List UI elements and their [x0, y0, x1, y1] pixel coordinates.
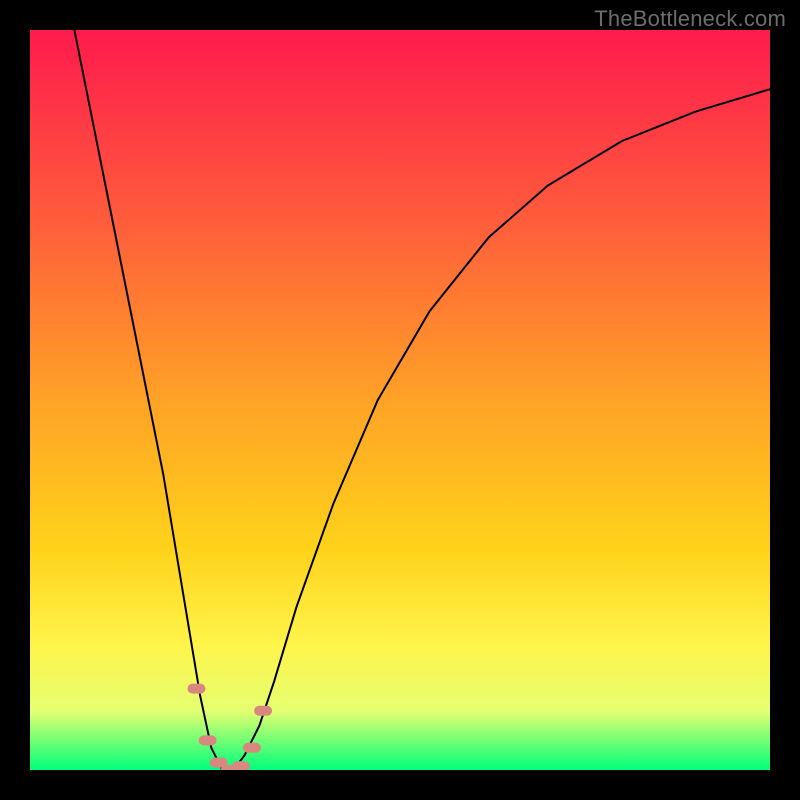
watermark-label: TheBottleneck.com	[594, 6, 786, 32]
marker-point	[193, 689, 268, 770]
bottleneck-curve	[74, 30, 770, 770]
chart-svg	[30, 30, 770, 770]
highlight-markers	[193, 689, 268, 770]
plot-area	[30, 30, 770, 770]
outer-frame: TheBottleneck.com	[0, 0, 800, 800]
